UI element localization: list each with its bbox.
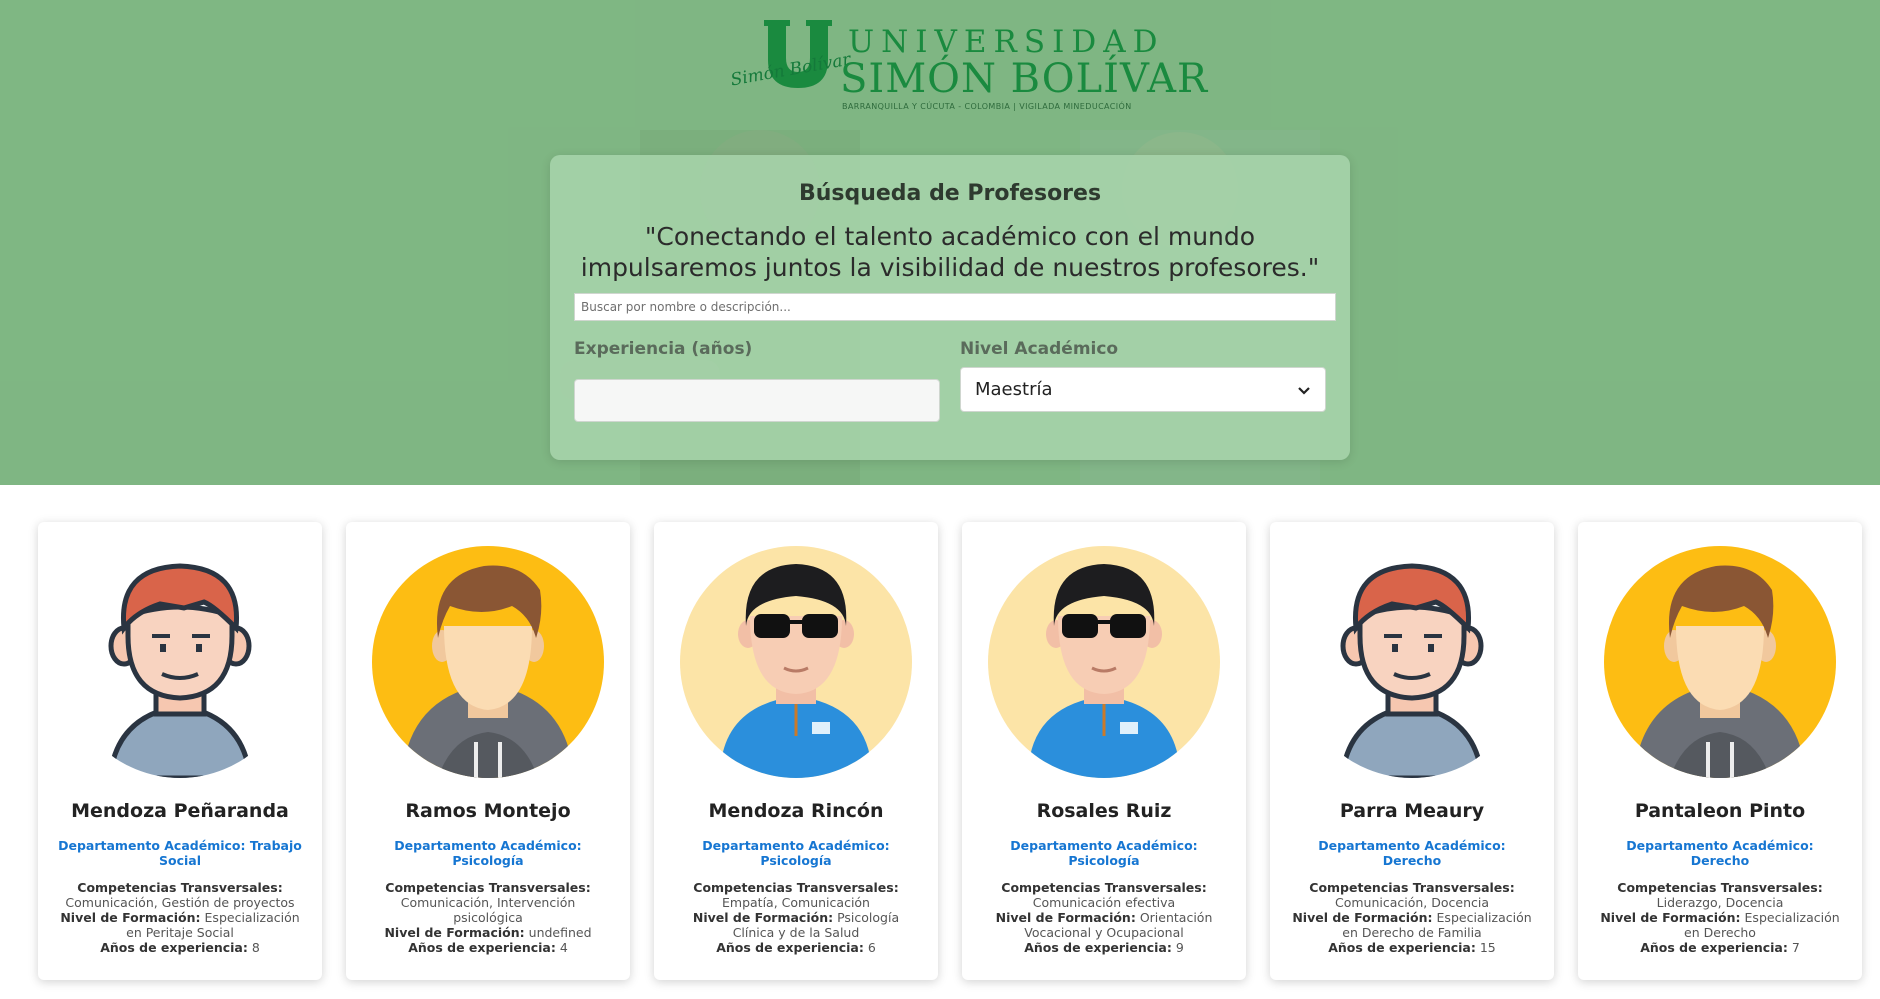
competencias-row: Competencias Transversales: xyxy=(674,880,918,895)
competencias-label: Competencias Transversales: xyxy=(693,880,899,895)
competencias-label: Competencias Transversales: xyxy=(1309,880,1515,895)
anos-value: 15 xyxy=(1479,940,1496,955)
competencias-value: Empatía, Comunicación xyxy=(722,895,870,910)
anos-label: Años de experiencia: xyxy=(1024,940,1172,955)
nivel-row: Nivel de Formación: undefined xyxy=(366,925,610,940)
competencias-row: Competencias Transversales: xyxy=(982,880,1226,895)
anos-value: 6 xyxy=(867,940,876,955)
professor-name: Rosales Ruiz xyxy=(1036,800,1172,822)
competencias-row: Competencias Transversales: xyxy=(58,880,302,895)
competencias-row: Competencias Transversales: xyxy=(366,880,610,895)
anos-row: Años de experiencia: 9 xyxy=(982,940,1226,955)
professor-card[interactable]: Rosales Ruiz Departamento Académico: Psi… xyxy=(962,522,1246,980)
nivel-row: Nivel de Formación: Orientación Vocacion… xyxy=(982,910,1226,940)
chevron-down-icon xyxy=(1298,386,1310,395)
professor-name: Mendoza Rincón xyxy=(708,800,884,822)
professor-department: Departamento Académico: Derecho xyxy=(1318,838,1506,868)
professor-name: Parra Meaury xyxy=(1339,800,1485,822)
anos-value: 8 xyxy=(251,940,260,955)
professor-name: Mendoza Peñaranda xyxy=(71,800,289,822)
anos-row: Años de experiencia: 8 xyxy=(58,940,302,955)
competencias-label: Competencias Transversales: xyxy=(1001,880,1207,895)
professor-info: Competencias Transversales: Comunicación… xyxy=(58,880,302,955)
anos-row: Años de experiencia: 7 xyxy=(1598,940,1842,955)
nivel-label: Nivel de Formación: xyxy=(1600,910,1741,925)
experience-label: Experiencia (años) xyxy=(574,339,753,359)
professor-card[interactable]: Mendoza Peñaranda Departamento Académico… xyxy=(38,522,322,980)
competencias-label: Competencias Transversales: xyxy=(77,880,283,895)
anos-value: 9 xyxy=(1175,940,1184,955)
competencias-row: Competencias Transversales: xyxy=(1290,880,1534,895)
logo-universidad: UNIVERSIDAD xyxy=(848,24,1165,60)
professor-department: Departamento Académico: Psicología xyxy=(394,838,582,868)
nivel-value: undefined xyxy=(528,925,592,940)
professor-department: Departamento Académico: Psicología xyxy=(1010,838,1198,868)
professor-info: Competencias Transversales: Liderazgo, D… xyxy=(1598,880,1842,955)
professor-department: Departamento Académico: Trabajo Social xyxy=(58,838,302,868)
nivel-row: Nivel de Formación: Especialización en D… xyxy=(1598,910,1842,940)
anos-value: 7 xyxy=(1791,940,1800,955)
anos-value: 4 xyxy=(559,940,568,955)
nivel-label: Nivel de Formación: xyxy=(995,910,1136,925)
anos-label: Años de experiencia: xyxy=(1640,940,1788,955)
redhead-man-avatar xyxy=(64,546,296,778)
hoodie-man-avatar xyxy=(372,546,604,778)
competencias-value: Comunicación, Intervención psicológica xyxy=(400,895,576,925)
nivel-label: Nivel de Formación: xyxy=(60,910,201,925)
anos-row: Años de experiencia: 4 xyxy=(366,940,610,955)
nivel-label: Nivel de Formación: xyxy=(692,910,834,925)
nivel-label: Nivel de Formación: xyxy=(384,925,525,940)
hero-banner: Simón Bolívar UNIVERSIDAD SIMÓN BOLÍVAR … xyxy=(0,0,1880,485)
logo-subtitle: BARRANQUILLA Y CÚCUTA - COLOMBIA | VIGIL… xyxy=(842,102,1132,111)
search-panel: Búsqueda de Profesores "Conectando el ta… xyxy=(550,155,1350,460)
professor-info: Competencias Transversales: Empatía, Com… xyxy=(674,880,918,955)
anos-label: Años de experiencia: xyxy=(716,940,864,955)
competencias-value: Comunicación, Docencia xyxy=(1334,895,1490,910)
competencias-label: Competencias Transversales: xyxy=(1617,880,1823,895)
anos-label: Años de experiencia: xyxy=(1328,940,1476,955)
experience-input[interactable] xyxy=(574,379,940,422)
redhead-man-avatar xyxy=(1296,546,1528,778)
professor-card[interactable]: Pantaleon Pinto Departamento Académico: … xyxy=(1578,522,1862,980)
anos-row: Años de experiencia: 15 xyxy=(1290,940,1534,955)
university-logo[interactable]: Simón Bolívar UNIVERSIDAD SIMÓN BOLÍVAR … xyxy=(728,18,1207,111)
professor-card[interactable]: Parra Meaury Departamento Académico: Der… xyxy=(1270,522,1554,980)
sunglasses-man-avatar xyxy=(988,546,1220,778)
professor-department: Departamento Académico: Psicología xyxy=(702,838,890,868)
nivel-row: Nivel de Formación: Especialización en P… xyxy=(58,910,302,940)
academic-level-select[interactable]: Maestría xyxy=(960,367,1326,412)
competencias-label: Competencias Transversales: xyxy=(385,880,591,895)
professor-card[interactable]: Ramos Montejo Departamento Académico: Ps… xyxy=(346,522,630,980)
professor-name: Ramos Montejo xyxy=(405,800,571,822)
sunglasses-man-avatar xyxy=(680,546,912,778)
competencias-value: Comunicación efectiva xyxy=(1032,895,1176,910)
professor-name: Pantaleon Pinto xyxy=(1634,800,1806,822)
professor-info: Competencias Transversales: Comunicación… xyxy=(1290,880,1534,955)
hoodie-man-avatar xyxy=(1604,546,1836,778)
professor-card[interactable]: Mendoza Rincón Departamento Académico: P… xyxy=(654,522,938,980)
anos-label: Años de experiencia: xyxy=(100,940,248,955)
search-input[interactable] xyxy=(574,293,1336,321)
search-title: Búsqueda de Profesores xyxy=(798,181,1102,206)
professor-info: Competencias Transversales: Comunicación… xyxy=(366,880,610,955)
professor-department: Departamento Académico: Derecho xyxy=(1626,838,1814,868)
academic-level-label: Nivel Académico xyxy=(960,339,1119,359)
search-quote: "Conectando el talento académico con el … xyxy=(580,222,1320,282)
logo-simon-bolivar: SIMÓN BOLÍVAR xyxy=(840,56,1209,102)
competencias-row: Competencias Transversales: xyxy=(1598,880,1842,895)
academic-level-value: Maestría xyxy=(975,379,1053,400)
professor-info: Competencias Transversales: Comunicación… xyxy=(982,880,1226,955)
nivel-label: Nivel de Formación: xyxy=(1292,910,1433,925)
nivel-row: Nivel de Formación: Psicología Clínica y… xyxy=(674,910,918,940)
anos-row: Años de experiencia: 6 xyxy=(674,940,918,955)
nivel-row: Nivel de Formación: Especialización en D… xyxy=(1290,910,1534,940)
competencias-value: Comunicación, Gestión de proyectos xyxy=(65,895,295,910)
anos-label: Años de experiencia: xyxy=(408,940,556,955)
competencias-value: Liderazgo, Docencia xyxy=(1656,895,1784,910)
